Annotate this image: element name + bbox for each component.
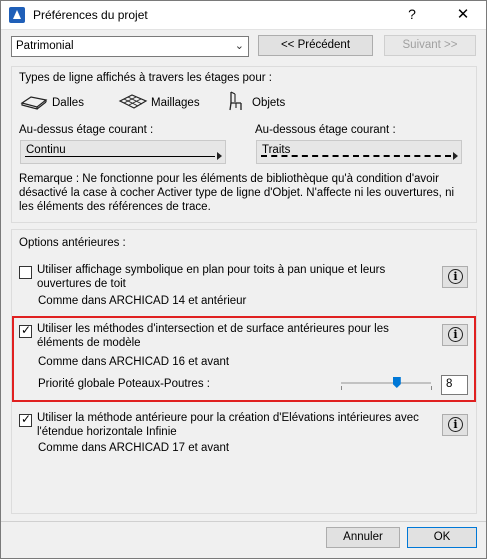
menu-arrow-icon — [217, 152, 222, 160]
line-type-item-label: Maillages — [151, 97, 200, 109]
above-line-type-picker[interactable]: Continu — [20, 140, 226, 164]
below-current-story-label: Au-dessous étage courant : — [255, 124, 396, 136]
priority-label: Priorité globale Poteaux-Poutres : — [38, 378, 210, 390]
legacy-elevation-checkbox[interactable]: ✓ — [19, 412, 32, 427]
window-title: Préférences du projet — [33, 8, 148, 22]
chevron-down-icon: ⌄ — [234, 40, 244, 52]
legacy-intersection-note: Comme dans ARCHICAD 16 et avant — [38, 356, 230, 368]
info-icon: i — [448, 269, 463, 284]
help-icon[interactable]: ? — [405, 6, 419, 22]
archicad-app-icon — [9, 7, 25, 23]
chair-object-icon — [229, 91, 242, 111]
priority-input[interactable]: 8 — [441, 375, 468, 395]
symbolic-roof-note: Comme dans ARCHICAD 14 et antérieur — [38, 295, 247, 307]
legacy-elevation-label: Utiliser la méthode antérieure pour la c… — [37, 412, 419, 438]
footer-divider — [1, 521, 486, 522]
menu-arrow-icon — [453, 152, 458, 160]
title-bar: Préférences du projet ? ✕ — [1, 1, 486, 30]
next-button[interactable]: Suivant >> — [384, 35, 476, 56]
info-icon: i — [448, 327, 463, 342]
previous-button[interactable]: << Précédent — [258, 35, 373, 56]
slider-tick — [431, 386, 432, 390]
priority-slider[interactable] — [341, 382, 431, 384]
remark-text: Remarque : Ne fonctionne pour les élémen… — [19, 173, 455, 213]
slider-tick — [341, 386, 342, 390]
preset-dropdown[interactable]: Patrimonial ⌄ — [11, 36, 249, 57]
legacy-options-heading: Options antérieures : — [19, 237, 126, 249]
above-line-type-value: Continu — [26, 144, 66, 156]
checkmark-icon: ✓ — [21, 412, 32, 426]
cancel-button[interactable]: Annuler — [326, 527, 400, 548]
solid-line-preview — [25, 156, 215, 157]
preferences-dialog: Préférences du projet ? ✕ Patrimonial ⌄ … — [0, 0, 487, 559]
legacy-elevation-info-button[interactable]: i — [442, 414, 468, 436]
ok-button[interactable]: OK — [407, 527, 477, 548]
below-line-type-picker[interactable]: Traits — [256, 140, 462, 164]
symbolic-roof-label: Utiliser affichage symbolique en plan po… — [37, 264, 386, 290]
mesh-icon — [118, 94, 148, 109]
close-icon[interactable]: ✕ — [453, 5, 473, 23]
line-type-item-label: Dalles — [52, 97, 84, 109]
preset-value: Patrimonial — [16, 40, 74, 52]
symbolic-roof-info-button[interactable]: i — [442, 266, 468, 288]
priority-value: 8 — [446, 378, 453, 390]
line-types-heading: Types de ligne affichés à travers les ét… — [19, 72, 272, 84]
legacy-intersection-checkbox[interactable]: ✓ — [19, 323, 32, 338]
line-type-item-label: Objets — [252, 97, 286, 109]
above-current-story-label: Au-dessus étage courant : — [19, 124, 154, 136]
dashed-line-preview — [261, 155, 451, 157]
legacy-elevation-note: Comme dans ARCHICAD 17 et avant — [38, 442, 230, 454]
legacy-intersection-label: Utiliser les méthodes d'intersection et … — [37, 323, 389, 349]
checkmark-icon: ✓ — [21, 323, 32, 337]
symbolic-roof-checkbox[interactable] — [19, 266, 32, 279]
legacy-intersection-info-button[interactable]: i — [442, 324, 468, 346]
slab-icon — [20, 96, 48, 110]
info-icon: i — [448, 417, 463, 432]
